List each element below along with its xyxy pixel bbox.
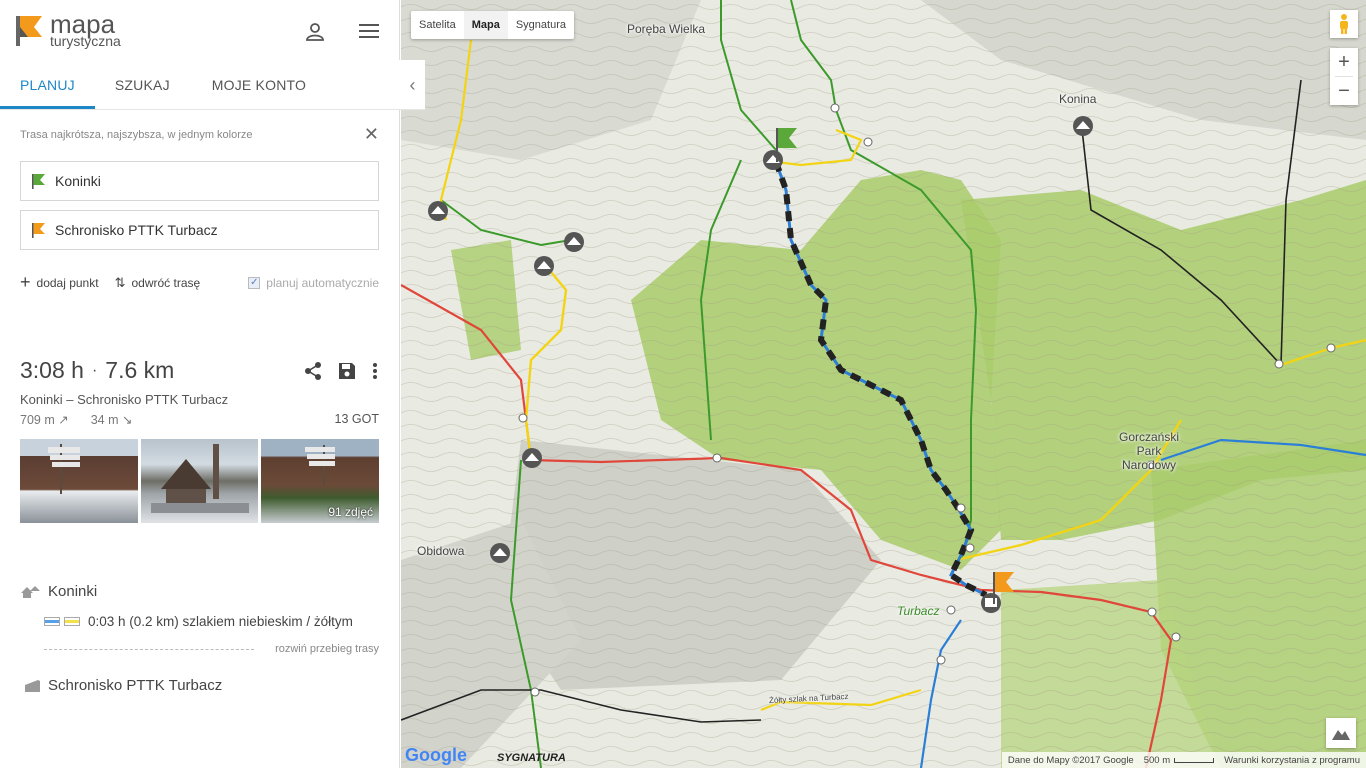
- google-text: Google: [405, 745, 467, 765]
- scale-bar: 500 m: [1143, 754, 1215, 766]
- zoom-out-button[interactable]: −: [1330, 77, 1358, 105]
- tab-planuj[interactable]: PLANUJ: [0, 60, 95, 109]
- pegman-icon[interactable]: [1330, 10, 1358, 38]
- descent: 34 m ↘: [90, 413, 133, 427]
- label-narodowy: Narodowy: [1122, 458, 1177, 472]
- user-icon[interactable]: [302, 18, 328, 44]
- swap-icon: ⇅: [114, 274, 126, 290]
- share-icon[interactable]: [303, 361, 323, 381]
- green-flag-icon: [32, 174, 45, 189]
- tab-bar: PLANUJ SZUKAJ MOJE KONTO ‹: [0, 60, 425, 110]
- auto-plan-label: planuj automatycznie: [266, 275, 379, 290]
- label-park: Park: [1136, 444, 1162, 458]
- map-type-switcher: Satelita Mapa Sygnatura: [411, 11, 574, 39]
- route-stats: 709 m ↗ 34 m ↘ 13 GOT: [20, 412, 379, 427]
- mountain-hut-icon: [21, 585, 40, 598]
- route-time: 3:08 h: [20, 357, 84, 383]
- photo-count: 91 zdjęć: [328, 505, 374, 519]
- route-distance: 7.6 km: [105, 357, 175, 383]
- route-name: Koninki – Schronisko PTTK Turbacz: [20, 392, 229, 407]
- got-points: 13 GOT: [334, 412, 379, 426]
- start-point-field[interactable]: Koninki: [20, 161, 379, 201]
- divider: [44, 648, 254, 650]
- label-gorczanski-park: Gorczański Park Narodowy: [1119, 430, 1179, 472]
- topbar: mapa turystyczna: [0, 0, 399, 60]
- shelter-icon: [25, 679, 40, 692]
- save-icon[interactable]: [337, 361, 357, 381]
- photo-thumbnail[interactable]: [140, 439, 259, 523]
- map-type-satelita[interactable]: Satelita: [411, 11, 464, 39]
- photo-thumbnail[interactable]: [20, 439, 138, 523]
- reverse-route-button[interactable]: ⇅ odwróć trasę: [115, 275, 201, 291]
- route-separator: ·: [91, 361, 98, 379]
- map-type-sygnatura[interactable]: Sygnatura: [508, 11, 574, 39]
- menu-icon[interactable]: [356, 18, 382, 44]
- planner-hint: Trasa najkrótsza, najszybsza, w jednym k…: [20, 128, 253, 141]
- close-icon[interactable]: ✕: [364, 124, 379, 145]
- scale-line: [1174, 757, 1215, 763]
- yellow-trail-swatch: [64, 617, 80, 626]
- logo-subtext: turystyczna: [50, 33, 121, 49]
- label-gorczanski: Gorczański: [1119, 430, 1180, 444]
- logo-flag-icon: [14, 13, 44, 47]
- ascent: 709 m ↗: [20, 413, 69, 427]
- tab-moje-konto[interactable]: MOJE KONTO: [190, 60, 326, 109]
- checkbox-icon: ✓: [248, 276, 261, 289]
- plus-icon: +: [20, 272, 31, 292]
- itinerary-start-label: Koninki: [48, 583, 98, 600]
- end-point-field[interactable]: Schronisko PTTK Turbacz: [20, 210, 379, 250]
- map-terrain: [401, 0, 1366, 768]
- photo-thumbnail[interactable]: 91 zdjęć: [261, 439, 380, 523]
- terrain-toggle-icon[interactable]: [1326, 718, 1356, 748]
- itinerary-end-label: Schronisko PTTK Turbacz: [48, 677, 223, 694]
- google-logo: Google: [405, 745, 467, 766]
- planner-hint-row: Trasa najkrótsza, najszybsza, w jednym k…: [20, 124, 379, 145]
- itinerary-segment: 0:03 h (0.2 km) szlakiem niebieskim / żó…: [44, 614, 399, 629]
- zoom-control: + −: [1330, 48, 1358, 105]
- terms-link[interactable]: Warunki korzystania z programu: [1224, 755, 1360, 766]
- reverse-route-label: odwróć trasę: [131, 275, 201, 290]
- logo[interactable]: mapa turystyczna: [14, 11, 121, 49]
- expand-row: rozwiń przebieg trasy: [44, 643, 379, 655]
- segment-description: 0:03 h (0.2 km) szlakiem niebieskim / żó…: [88, 614, 353, 629]
- label-konina: Konina: [1059, 92, 1097, 106]
- map-type-mapa[interactable]: Mapa: [463, 11, 508, 39]
- route-summary: 3:08 h · 7.6 km Koninki – Schronisko PTT…: [20, 357, 379, 427]
- blue-trail-swatch: [44, 617, 60, 626]
- more-vert-icon[interactable]: [371, 361, 379, 381]
- sygnatura-logo: SYGNATURA: [497, 752, 566, 764]
- label-turbacz: Turbacz: [897, 604, 940, 618]
- add-point-button[interactable]: + dodaj punkt: [20, 272, 99, 293]
- tab-szukaj[interactable]: SZUKAJ: [95, 60, 190, 109]
- itinerary-start[interactable]: Koninki: [20, 583, 379, 600]
- label-obidowa: Obidowa: [417, 544, 465, 558]
- auto-plan-checkbox[interactable]: ✓ planuj automatycznie: [248, 276, 379, 290]
- zoom-in-button[interactable]: +: [1330, 48, 1358, 76]
- scale-label: 500 m: [1143, 754, 1171, 766]
- orange-flag-icon: [32, 223, 45, 238]
- collapse-sidebar-icon[interactable]: ‹: [400, 60, 425, 110]
- map-attribution: Dane do Mapy ©2017 Google 500 m Warunki …: [1001, 752, 1366, 768]
- photo-strip: 91 zdjęć: [20, 439, 380, 523]
- add-point-label: dodaj punkt: [36, 275, 99, 290]
- attribution-text: Dane do Mapy ©2017 Google: [1007, 754, 1134, 766]
- end-point-value: Schronisko PTTK Turbacz: [55, 222, 218, 238]
- start-point-value: Koninki: [55, 173, 101, 189]
- itinerary-end[interactable]: Schronisko PTTK Turbacz: [24, 677, 379, 694]
- label-poreba-wielka: Poręba Wielka: [627, 22, 706, 36]
- map-canvas[interactable]: Poręba Wielka Konina Gorczański Park Nar…: [401, 0, 1366, 768]
- planner-actions: + dodaj punkt ⇅ odwróć trasę ✓ planuj au…: [20, 272, 379, 293]
- sidebar: mapa turystyczna PLANUJ SZUKAJ MOJE KONT…: [0, 0, 425, 768]
- expand-route-link[interactable]: rozwiń przebieg trasy: [275, 643, 379, 655]
